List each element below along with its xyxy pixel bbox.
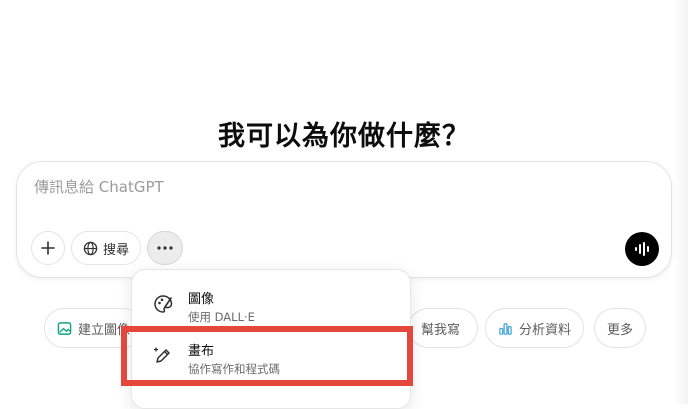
tools-menu: 圖像 使用 DALL·E 畫布 協作寫作和程式碼 <box>131 269 411 409</box>
search-button[interactable]: 搜尋 <box>71 231 141 265</box>
menu-item-title: 畫布 <box>188 344 215 359</box>
suggestion-label: 幫我寫 <box>421 322 461 338</box>
menu-item-subtitle: 協作寫作和程式碼 <box>188 362 280 376</box>
voice-mode-button[interactable] <box>625 232 659 266</box>
bar-chart-icon <box>499 322 512 335</box>
search-button-label: 搜尋 <box>102 242 129 258</box>
globe-icon <box>83 241 98 255</box>
image-create-icon <box>57 321 72 335</box>
suggestion-label: 建立圖像 <box>78 322 131 338</box>
menu-item-subtitle: 使用 DALL·E <box>188 310 255 324</box>
message-composer: 傳訊息給 ChatGPT 搜尋 <box>16 161 672 278</box>
canvas-pen-icon <box>153 347 170 363</box>
suggestion-create-image[interactable]: 建立圖像 <box>44 308 144 348</box>
page-title: 我可以為你做什麼？ <box>218 121 470 153</box>
suggestion-label: 分析資料 <box>519 322 572 338</box>
more-tools-button[interactable] <box>147 231 183 265</box>
plus-icon <box>41 241 55 255</box>
image-palette-icon <box>154 295 173 313</box>
scrollbar-track <box>674 0 688 404</box>
suggestion-help-write[interactable]: 幫我寫 <box>408 308 478 348</box>
menu-item-image[interactable]: 圖像 使用 DALL·E <box>138 280 404 330</box>
menu-item-canvas[interactable]: 畫布 協作寫作和程式碼 <box>138 332 404 382</box>
suggestion-analyze-data[interactable]: 分析資料 <box>485 308 585 348</box>
ellipsis-icon <box>157 246 173 250</box>
menu-item-title: 圖像 <box>188 292 215 307</box>
attach-button[interactable] <box>31 231 65 265</box>
suggestion-label: 更多 <box>606 322 633 338</box>
message-input[interactable]: 傳訊息給 ChatGPT <box>34 176 164 197</box>
voice-waveform-icon <box>635 242 649 256</box>
suggestion-more[interactable]: 更多 <box>594 308 646 348</box>
